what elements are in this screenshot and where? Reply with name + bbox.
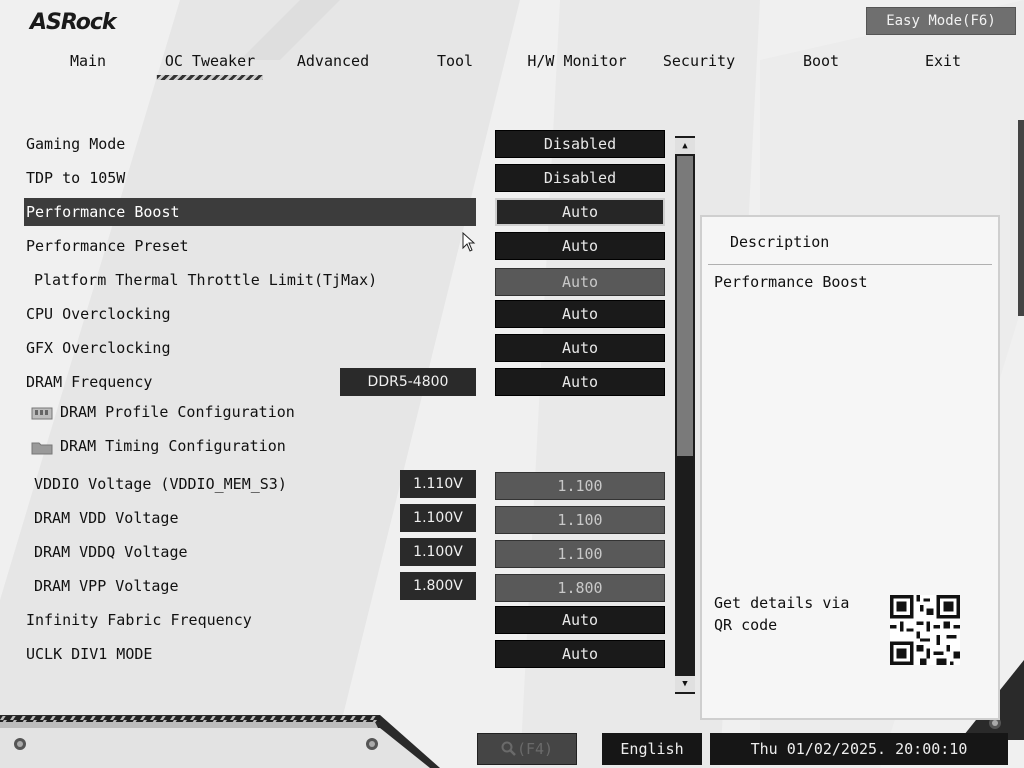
- setting-label: DRAM VDD Voltage: [34, 509, 179, 527]
- memory-module-icon: [31, 407, 53, 420]
- performance-preset-value-button[interactable]: Auto: [495, 232, 665, 260]
- setting-row-gfx-overclocking[interactable]: GFX Overclocking Auto: [0, 334, 680, 364]
- cpu-overclocking-value-button[interactable]: Auto: [495, 300, 665, 328]
- settings-scrollbar[interactable]: ▲ ▼: [675, 136, 695, 694]
- setting-label: DRAM Frequency: [26, 373, 153, 391]
- scrollbar-thumb[interactable]: [677, 156, 693, 456]
- submenu-dram-profile-configuration[interactable]: DRAM Profile Configuration: [0, 398, 680, 428]
- scroll-up-arrow-icon[interactable]: ▲: [675, 138, 695, 154]
- settings-list: Gaming Mode Disabled TDP to 105W Disable…: [0, 130, 680, 690]
- setting-row-cpu-overclocking[interactable]: CPU Overclocking Auto: [0, 300, 680, 330]
- setting-row-uclk-div1-mode[interactable]: UCLK DIV1 MODE Auto: [0, 640, 680, 670]
- dram-vpp-current-value: 1.800V: [400, 572, 476, 600]
- setting-row-dram-vdd-voltage[interactable]: DRAM VDD Voltage 1.100V 1.100: [0, 504, 680, 534]
- setting-row-infinity-fabric-frequency[interactable]: Infinity Fabric Frequency Auto: [0, 606, 680, 636]
- tab-exit[interactable]: Exit: [925, 52, 961, 70]
- tdp-value-button[interactable]: Disabled: [495, 164, 665, 192]
- setting-label: Performance Boost: [26, 203, 180, 221]
- main-tab-bar: Main OC Tweaker Advanced Tool H/W Monito…: [0, 52, 1024, 82]
- asrock-logo: ASRock: [30, 10, 117, 35]
- setting-row-dram-vddq-voltage[interactable]: DRAM VDDQ Voltage 1.100V 1.100: [0, 538, 680, 568]
- setting-label: TDP to 105W: [26, 169, 126, 187]
- thermal-throttle-value-button[interactable]: Auto: [495, 268, 665, 296]
- setting-label: CPU Overclocking: [26, 305, 171, 323]
- datetime-display: Thu 01/02/2025. 20:00:10: [710, 733, 1008, 765]
- scroll-down-arrow-icon[interactable]: ▼: [675, 676, 695, 692]
- dram-frequency-current-value: DDR5-4800: [340, 368, 476, 396]
- search-shortcut-label: (F4): [516, 740, 554, 758]
- setting-row-gaming-mode[interactable]: Gaming Mode Disabled: [0, 130, 680, 160]
- qr-hint-text: Get details via QR code: [714, 594, 850, 634]
- description-title: Description: [730, 233, 830, 251]
- setting-row-dram-frequency[interactable]: DRAM Frequency DDR5-4800 Auto: [0, 368, 680, 398]
- setting-row-thermal-throttle-limit[interactable]: Platform Thermal Throttle Limit(TjMax) A…: [0, 266, 680, 296]
- side-scroll-indicator: [1018, 120, 1024, 316]
- setting-row-tdp-to-105w[interactable]: TDP to 105W Disabled: [0, 164, 680, 194]
- folder-icon: [31, 442, 53, 455]
- search-icon: [501, 741, 516, 756]
- submenu-label: DRAM Timing Configuration: [60, 437, 286, 455]
- setting-label: Infinity Fabric Frequency: [26, 611, 252, 629]
- gaming-mode-value-button[interactable]: Disabled: [495, 130, 665, 158]
- setting-row-dram-vpp-voltage[interactable]: DRAM VPP Voltage 1.800V 1.800: [0, 572, 680, 602]
- dram-frequency-value-button[interactable]: Auto: [495, 368, 665, 396]
- language-button[interactable]: English: [602, 733, 702, 765]
- tab-main[interactable]: Main: [70, 52, 106, 70]
- dram-vpp-value-button[interactable]: 1.800: [495, 574, 665, 602]
- setting-row-vddio-voltage[interactable]: VDDIO Voltage (VDDIO_MEM_S3) 1.110V 1.10…: [0, 470, 680, 500]
- setting-label: GFX Overclocking: [26, 339, 171, 357]
- tab-oc-tweaker[interactable]: OC Tweaker: [156, 52, 264, 80]
- setting-label: DRAM VDDQ Voltage: [34, 543, 188, 561]
- tab-advanced[interactable]: Advanced: [297, 52, 369, 70]
- setting-label: DRAM VPP Voltage: [34, 577, 179, 595]
- dram-vdd-value-button[interactable]: 1.100: [495, 506, 665, 534]
- performance-boost-value-button[interactable]: Auto: [495, 198, 665, 226]
- infinity-fabric-value-button[interactable]: Auto: [495, 606, 665, 634]
- gfx-overclocking-value-button[interactable]: Auto: [495, 334, 665, 362]
- submenu-dram-timing-configuration[interactable]: DRAM Timing Configuration: [0, 432, 680, 462]
- qr-code-icon: [890, 595, 960, 665]
- description-divider: [708, 264, 992, 265]
- easy-mode-button[interactable]: Easy Mode(F6): [866, 7, 1016, 35]
- submenu-label: DRAM Profile Configuration: [60, 403, 295, 421]
- mouse-pointer-icon: [462, 232, 476, 252]
- dram-vddq-value-button[interactable]: 1.100: [495, 540, 665, 568]
- setting-row-performance-preset[interactable]: Performance Preset Auto: [0, 232, 680, 262]
- dram-vddq-current-value: 1.100V: [400, 538, 476, 566]
- setting-row-performance-boost[interactable]: Performance Boost Auto: [0, 198, 680, 228]
- tab-tool[interactable]: Tool: [437, 52, 473, 70]
- setting-label: Performance Preset: [26, 237, 189, 255]
- setting-label: Platform Thermal Throttle Limit(TjMax): [34, 271, 378, 289]
- search-button[interactable]: (F4): [477, 733, 577, 765]
- tab-boot[interactable]: Boot: [803, 52, 839, 70]
- description-panel: Description Performance Boost Get detail…: [700, 215, 1000, 720]
- dram-vdd-current-value: 1.100V: [400, 504, 476, 532]
- setting-label: UCLK DIV1 MODE: [26, 645, 153, 663]
- setting-label: Gaming Mode: [26, 135, 126, 153]
- tab-security[interactable]: Security: [663, 52, 735, 70]
- description-text: Performance Boost: [714, 273, 868, 291]
- tab-hw-monitor[interactable]: H/W Monitor: [527, 52, 626, 70]
- uclk-div1-value-button[interactable]: Auto: [495, 640, 665, 668]
- vddio-current-value: 1.110V: [400, 470, 476, 498]
- vddio-value-button[interactable]: 1.100: [495, 472, 665, 500]
- setting-label: VDDIO Voltage (VDDIO_MEM_S3): [34, 475, 287, 493]
